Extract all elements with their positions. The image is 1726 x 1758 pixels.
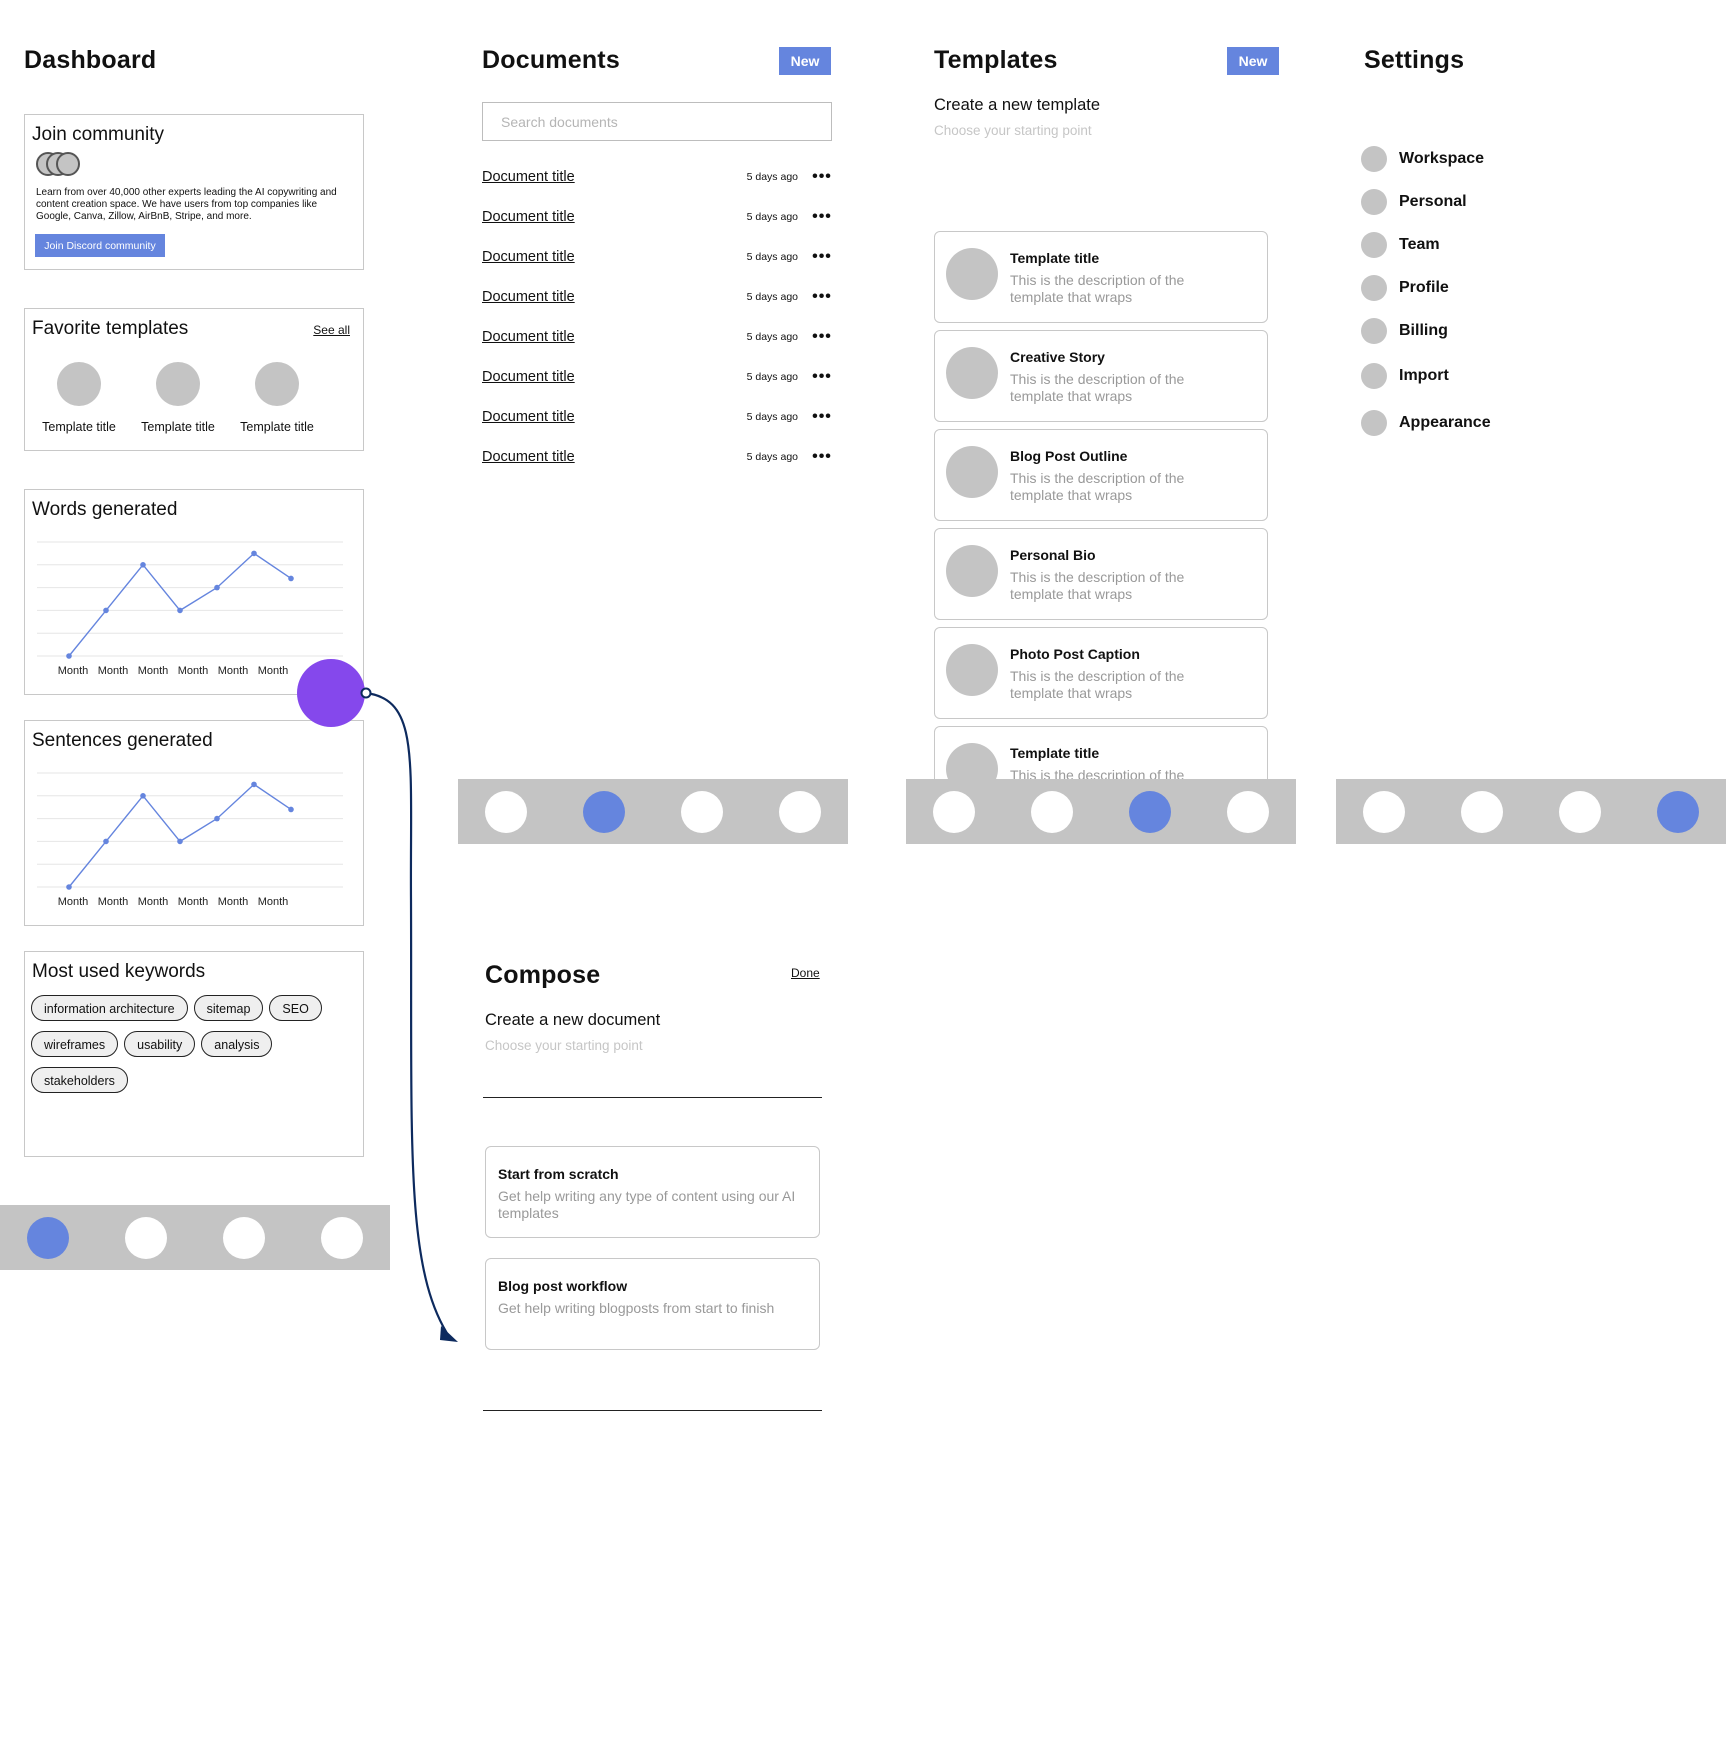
connector-start-icon bbox=[360, 687, 372, 699]
prototype-connector bbox=[365, 691, 458, 1342]
prototype-hotspot[interactable] bbox=[297, 659, 365, 727]
arrowhead-icon bbox=[440, 1326, 458, 1342]
connector-line bbox=[365, 691, 451, 1339]
